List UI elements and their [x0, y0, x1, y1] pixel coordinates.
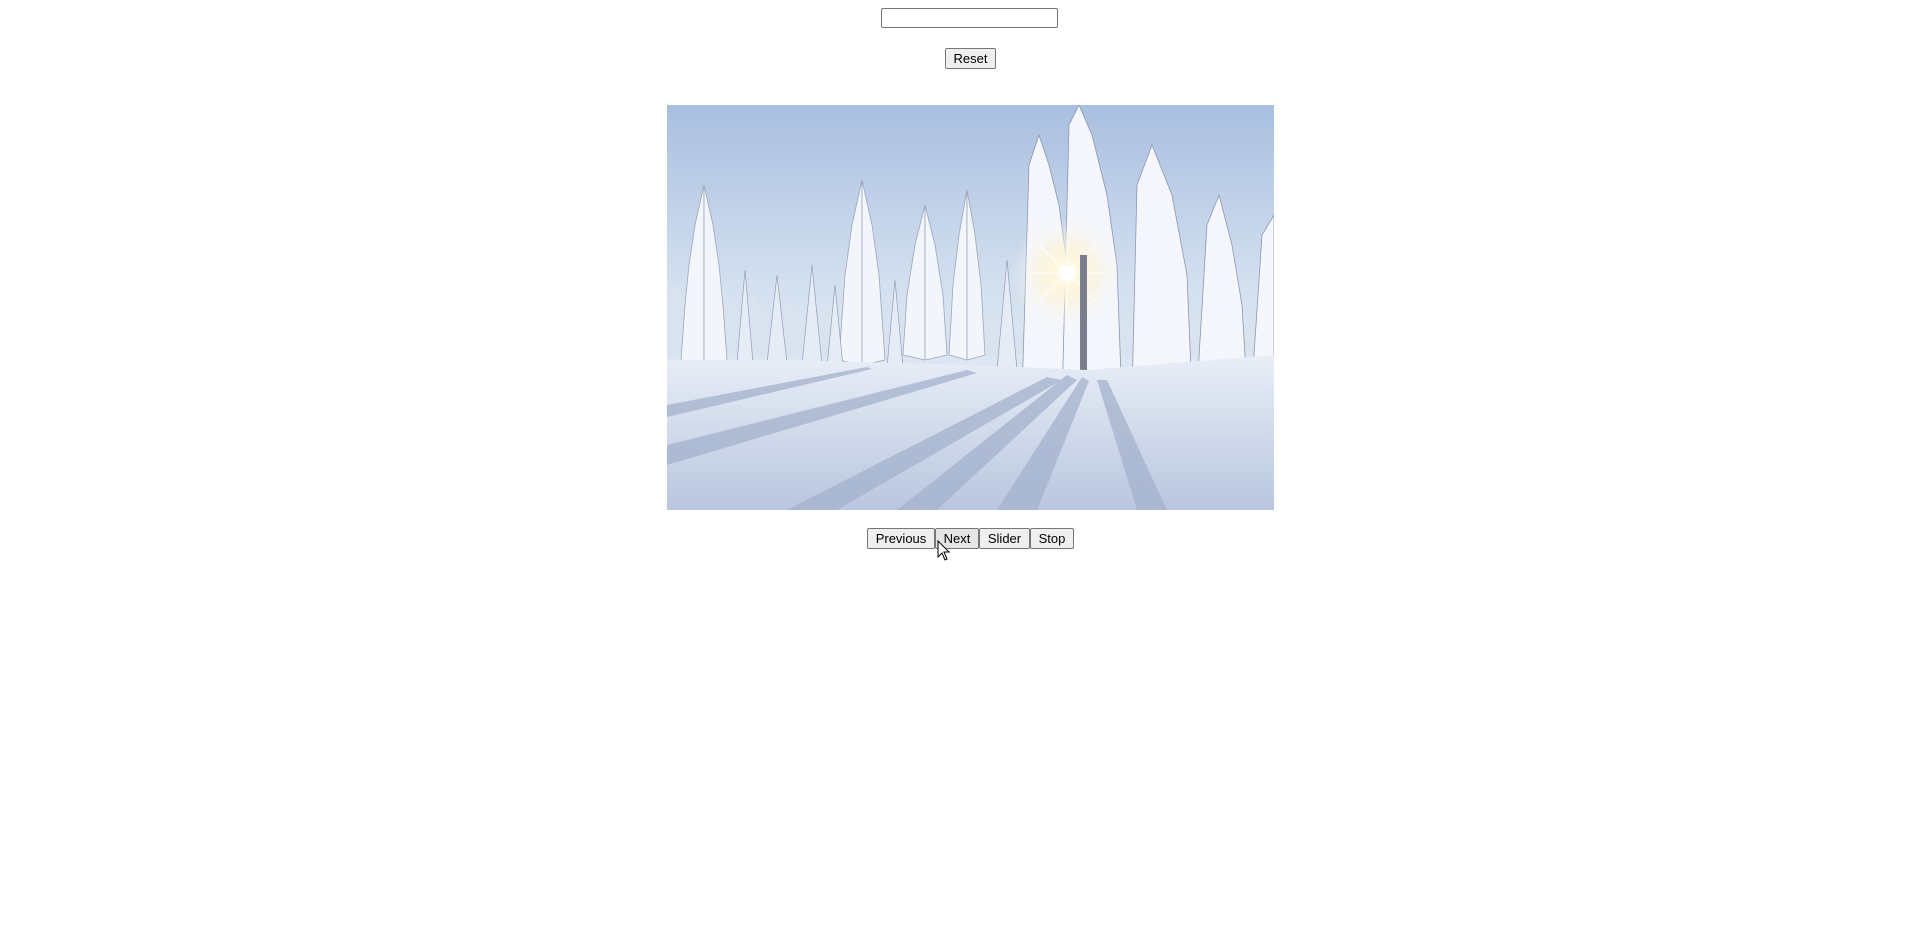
previous-button[interactable]: Previous [867, 528, 935, 549]
stop-button[interactable]: Stop [1030, 528, 1074, 549]
slideshow-image [667, 105, 1274, 510]
reset-button[interactable]: Reset [945, 48, 996, 69]
text-input[interactable] [881, 8, 1058, 28]
next-button[interactable]: Next [935, 528, 979, 549]
slider-button[interactable]: Slider [979, 528, 1030, 549]
